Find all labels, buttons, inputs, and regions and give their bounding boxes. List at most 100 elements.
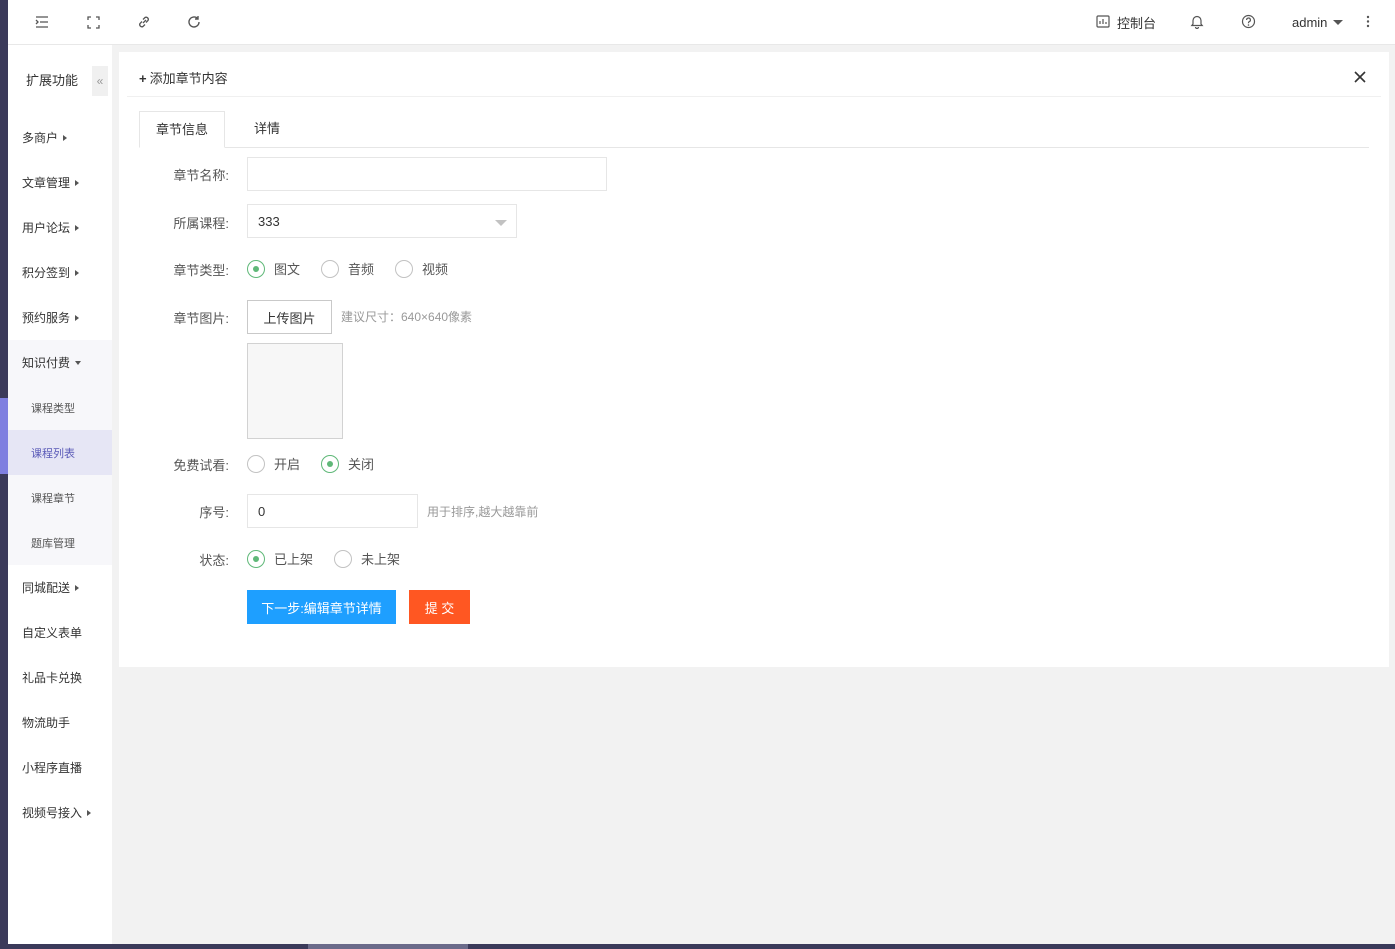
console-link[interactable]: 控制台 [1096, 0, 1156, 45]
sidebar-item-label: 用户论坛 [22, 221, 71, 235]
status-label: 状态: [199, 553, 229, 568]
sidebar-header: 扩展功能 « [8, 45, 112, 111]
submit-button[interactable]: 提 交 [409, 590, 470, 624]
sidebar-subitem-course-list[interactable]: 课程列表 [8, 430, 112, 475]
order-hint: 用于排序,越大越靠前 [427, 505, 539, 519]
chapter-type-label: 章节类型: [173, 263, 229, 278]
type-radio-graphic[interactable]: 图文 [247, 259, 300, 278]
sidebar-subitem-label: 课程列表 [31, 447, 75, 460]
user-name: admin [1292, 15, 1328, 30]
left-edge-marker [0, 398, 8, 474]
status-radio-listed[interactable]: 已上架 [247, 549, 313, 568]
notification-button[interactable] [1190, 0, 1204, 45]
tab-chapter-info[interactable]: 章节信息 [139, 111, 225, 148]
chevron-down-icon [1333, 20, 1344, 25]
panel-title-text: 添加章节内容 [149, 71, 228, 86]
panel-header: + 添加章节内容 [127, 52, 1381, 97]
radio-label: 关闭 [348, 457, 375, 472]
sidebar-collapse-button[interactable]: « [92, 66, 108, 96]
plus-icon: + [139, 71, 147, 86]
free-trial-label: 免费试看: [173, 458, 229, 473]
caret-right-icon [87, 809, 92, 816]
sidebar-item-custom-form[interactable]: 自定义表单 [8, 610, 112, 655]
link-icon[interactable] [134, 12, 154, 32]
sidebar-item-articles[interactable]: 文章管理 [8, 160, 112, 205]
menu-toggle-icon[interactable] [32, 12, 52, 32]
left-edge-strip [0, 0, 8, 949]
tab-details[interactable]: 详情 [231, 111, 303, 148]
radio-unchecked-icon [321, 259, 339, 278]
type-radio-video[interactable]: 视频 [395, 259, 448, 278]
scrollbar-thumb[interactable] [308, 944, 468, 949]
caret-right-icon [75, 269, 80, 276]
chapter-name-label: 章节名称: [173, 168, 229, 183]
sidebar-subitem-label: 课程类型 [31, 402, 75, 415]
sidebar-item-logistics[interactable]: 物流助手 [8, 700, 112, 745]
sidebar-item-label: 物流助手 [22, 716, 71, 730]
user-menu[interactable]: admin [1292, 0, 1344, 45]
sidebar-subitem-course-chapters[interactable]: 课程章节 [8, 475, 112, 520]
sidebar-item-label: 同城配送 [22, 581, 71, 595]
status-radio-unlisted[interactable]: 未上架 [334, 549, 400, 568]
radio-checked-icon [247, 549, 265, 568]
console-label: 控制台 [1117, 16, 1157, 31]
next-step-button[interactable]: 下一步:编辑章节详情 [247, 590, 396, 624]
caret-right-icon [75, 314, 80, 321]
help-button[interactable] [1241, 0, 1256, 45]
console-icon [1096, 14, 1110, 31]
sidebar-item-label: 积分签到 [22, 266, 71, 280]
caret-down-icon [75, 360, 82, 365]
trial-radio-on[interactable]: 开启 [247, 454, 300, 473]
close-icon[interactable] [1353, 70, 1367, 84]
fullscreen-icon[interactable] [83, 12, 103, 32]
chapter-form-panel: + 添加章节内容 章节信息 详情 章节名称: 所属课程: 333 章节类型: 图文… [119, 52, 1389, 667]
sidebar-item-booking[interactable]: 预约服务 [8, 295, 112, 340]
sidebar-item-label: 自定义表单 [22, 626, 83, 640]
sidebar-item-channels[interactable]: 视频号接入 [8, 790, 112, 835]
radio-label: 音频 [348, 262, 375, 277]
sidebar: 扩展功能 « 多商户 文章管理 用户论坛 积分签到 预约服务 知识付费 课程类型… [8, 45, 112, 949]
sidebar-item-live-stream[interactable]: 小程序直播 [8, 745, 112, 790]
help-icon [1241, 14, 1256, 32]
more-vertical-icon [1366, 15, 1370, 31]
caret-right-icon [75, 584, 80, 591]
upload-image-button[interactable]: 上传图片 [247, 300, 332, 334]
radio-unchecked-icon [395, 259, 413, 278]
type-radio-audio[interactable]: 音频 [321, 259, 374, 278]
radio-checked-icon [321, 454, 339, 473]
chapter-name-input[interactable] [247, 157, 607, 191]
sidebar-item-points-checkin[interactable]: 积分签到 [8, 250, 112, 295]
chapter-image-label: 章节图片: [173, 311, 229, 326]
trial-radio-off[interactable]: 关闭 [321, 454, 374, 473]
sidebar-item-forum[interactable]: 用户论坛 [8, 205, 112, 250]
sidebar-title: 扩展功能 [26, 73, 79, 88]
radio-label: 图文 [274, 262, 301, 277]
sidebar-item-label: 多商户 [22, 131, 59, 145]
caret-right-icon [63, 134, 68, 141]
order-input[interactable]: 0 [247, 494, 418, 528]
bottom-scrollbar[interactable] [0, 944, 1395, 949]
refresh-icon[interactable] [184, 12, 204, 32]
sidebar-item-multi-merchant[interactable]: 多商户 [8, 115, 112, 160]
more-menu-button[interactable] [1366, 0, 1370, 45]
radio-label: 已上架 [274, 552, 314, 567]
caret-right-icon [75, 179, 80, 186]
sidebar-item-label: 礼品卡兑换 [22, 671, 83, 685]
tab-bar: 章节信息 详情 [139, 111, 1369, 148]
bell-icon [1190, 14, 1204, 32]
radio-label: 开启 [274, 457, 301, 472]
course-label: 所属课程: [173, 216, 229, 231]
sidebar-item-local-delivery[interactable]: 同城配送 [8, 565, 112, 610]
radio-label: 视频 [422, 262, 449, 277]
sidebar-item-label: 预约服务 [22, 311, 71, 325]
sidebar-subitem-course-types[interactable]: 课程类型 [8, 385, 112, 430]
image-preview [247, 343, 343, 439]
sidebar-item-paid-knowledge[interactable]: 知识付费 [8, 340, 112, 385]
course-select[interactable]: 333 [247, 204, 517, 238]
sidebar-item-gift-card[interactable]: 礼品卡兑换 [8, 655, 112, 700]
sidebar-subitem-question-bank[interactable]: 题库管理 [8, 520, 112, 565]
chevron-down-icon [495, 220, 507, 226]
radio-label: 未上架 [361, 552, 401, 567]
sidebar-item-label: 知识付费 [22, 356, 71, 370]
sidebar-item-label: 文章管理 [22, 176, 71, 190]
